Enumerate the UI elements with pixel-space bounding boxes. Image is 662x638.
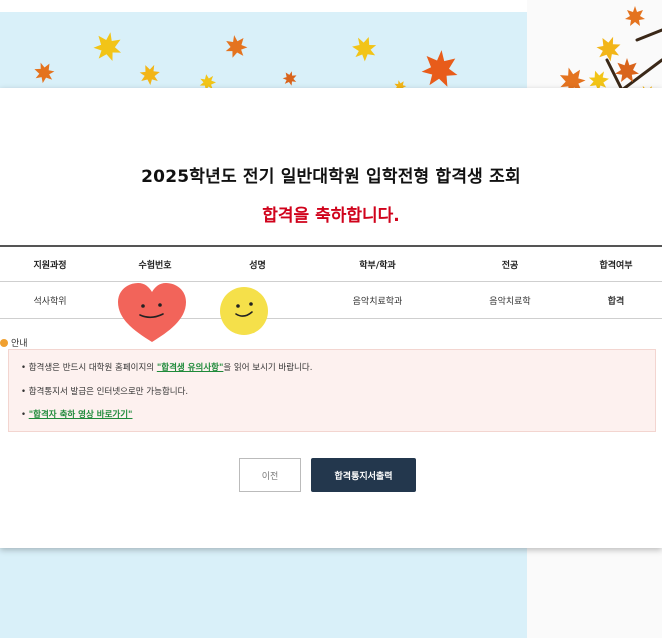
cell-department: 음악치료학과 [305,281,450,319]
notice-text: • 합격생은 반드시 대학원 홈페이지의 [21,363,157,373]
cell-result: 합격 [570,281,662,319]
notice-line-1: • 합격생은 반드시 대학원 홈페이지의 "합격생 유의사항"을 읽어 보시기 … [21,361,312,373]
column-header: 전공 [450,245,570,282]
maple-leaves-decoration [31,29,460,94]
print-acceptance-letter-button[interactable]: 합격통지서출력 [311,458,416,492]
cell-major: 음악치료학 [450,281,570,319]
prev-button[interactable]: 이전 [239,458,301,492]
table-header-row: 지원과정 수험번호 성명 학부/학과 전공 합격여부 [0,245,662,282]
column-header: 합격여부 [570,245,662,282]
info-icon [0,339,8,347]
notice-bullet: • [21,410,29,420]
table-row: 석사학위 음악치료학과 음악치료학 합격 [0,281,662,319]
notice-line-3: • "합격자 축하 영상 바로가기" [21,408,132,420]
column-header: 지원과정 [0,245,100,282]
column-header: 성명 [210,245,305,282]
notice-line-2: • 합격통지서 발급은 인터넷으로만 가능합니다. [21,387,189,397]
result-table: 지원과정 수험번호 성명 학부/학과 전공 합격여부 석사학위 음악치료학과 음… [0,245,662,319]
congratulation-video-link[interactable]: "합격자 축하 영상 바로가기" [29,410,133,420]
notice-heading-label: 안내 [11,339,28,349]
notice-box: • 합격생은 반드시 대학원 홈페이지의 "합격생 유의사항"을 읽어 보시기 … [8,349,656,432]
page-title: 2025학년도 전기 일반대학원 입학전형 합격생 조회 [141,167,521,187]
notice-link-precautions[interactable]: "합격생 유의사항" [157,363,224,373]
column-header: 수험번호 [100,245,210,282]
column-header: 학부/학과 [305,245,450,282]
heart-face-sticker [118,283,186,342]
result-card: 2025학년도 전기 일반대학원 입학전형 합격생 조회 합격을 축하합니다. … [0,88,662,548]
notice-text: 을 읽어 보시기 바랍니다. [223,363,313,373]
notice-heading: 안내 [0,336,28,349]
smiley-face-sticker [220,287,268,335]
cell-program: 석사학위 [0,281,100,319]
congratulations-message: 합격을 축하합니다. [262,206,400,226]
